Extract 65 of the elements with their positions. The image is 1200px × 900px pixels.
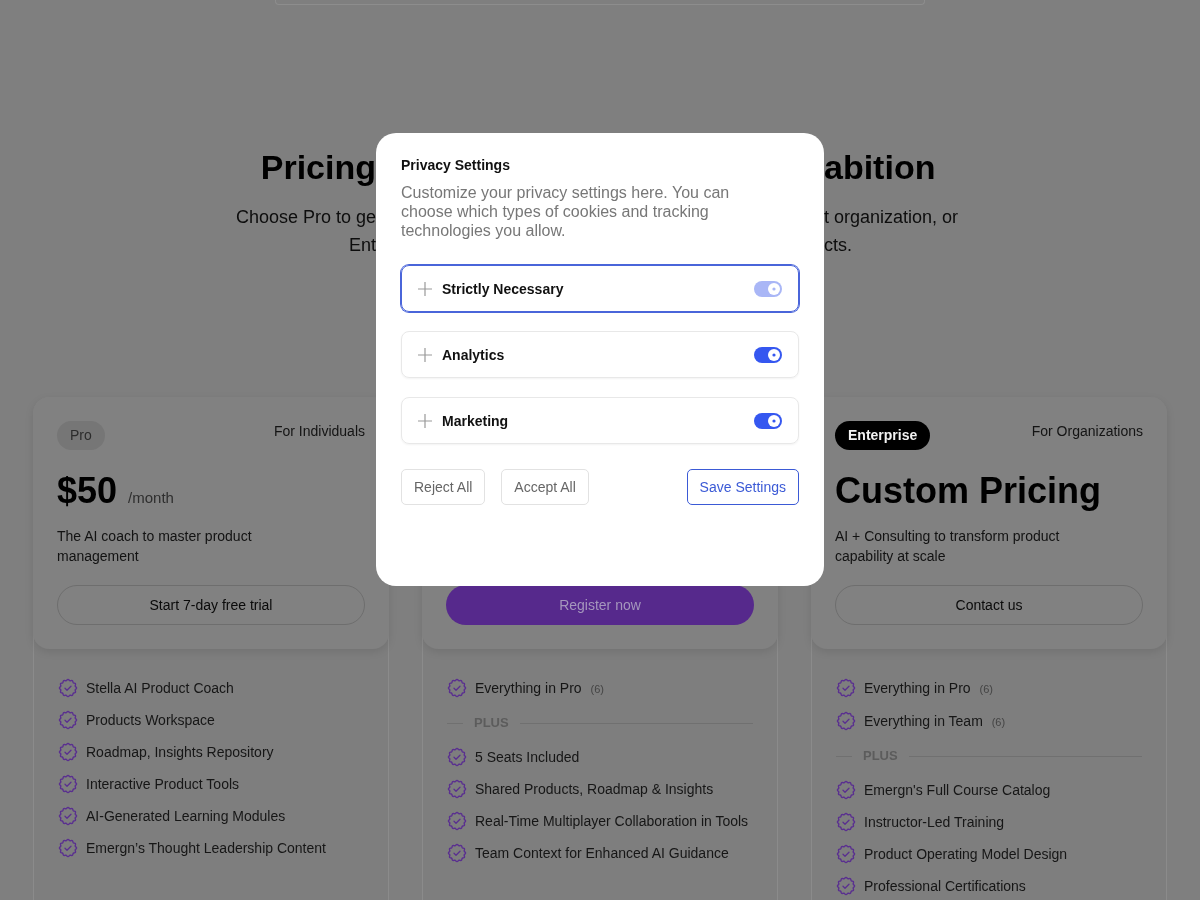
price-period: /month (128, 489, 174, 506)
plan-action-button[interactable]: Register now (446, 585, 754, 625)
check-badge-icon (58, 678, 78, 698)
check-badge-icon (58, 742, 78, 762)
page-subtitle: t organization, or (824, 206, 959, 229)
feature-text: Shared Products, Roadmap & Insights (475, 781, 714, 797)
toggle-switch[interactable] (754, 346, 782, 363)
dialog-action-button[interactable]: Save Settings (686, 469, 799, 505)
feature-count: (6) (991, 716, 1006, 728)
check-badge-icon (447, 811, 467, 831)
check-badge-icon (836, 678, 856, 698)
feature-text: Instructor-Led Training (864, 814, 1005, 830)
feature-text: Products Workspace (86, 712, 215, 728)
plan-tier-tag: Enterprise (835, 421, 931, 450)
feature-text: AI-Generated Learning Modules (86, 808, 286, 824)
check-badge-icon (447, 779, 467, 799)
plus-icon (418, 347, 432, 362)
audience-label: For Individuals (273, 423, 365, 440)
feature-text: Everything in Team (864, 713, 983, 729)
audience-label: For Organizations (1031, 423, 1143, 440)
feature-text: Roadmap, Insights Repository (86, 744, 274, 760)
plus-icon (418, 413, 432, 428)
plan-tier-tag: Pro (57, 421, 105, 450)
toggle-switch[interactable] (754, 412, 782, 429)
page-subtitle: cts. (824, 234, 852, 257)
feature-text: Interactive Product Tools (86, 776, 240, 792)
check-badge-icon (58, 710, 78, 730)
check-badge-icon (836, 812, 856, 832)
feature-text: Emergn's Full Course Catalog (864, 782, 1051, 798)
check-badge-icon (836, 711, 856, 731)
check-badge-icon (836, 780, 856, 800)
feature-count: (6) (590, 683, 604, 695)
feature-text: Team Context for Enhanced AI Guidance (475, 845, 729, 861)
check-badge-icon (58, 806, 78, 826)
category-expand-button[interactable]: Analytics (418, 346, 505, 363)
check-badge-icon (58, 774, 78, 794)
plan-price: $50 (57, 469, 118, 513)
feature-text: Real-Time Multiplayer Collaboration in Tools (475, 813, 749, 829)
page-subtitle: Ent (348, 234, 376, 257)
feature-text: Everything in Pro (475, 680, 582, 696)
plan-description: The AI coach to master product management (57, 527, 253, 566)
check-badge-icon (58, 838, 78, 858)
check-badge-icon (836, 876, 856, 896)
dialog-title: Privacy Settings (401, 156, 511, 175)
dialog-description: Customize your privacy settings here. You can choose which types of cookies and tracking technologies you allow. (401, 183, 731, 240)
check-badge-icon (836, 844, 856, 864)
page-heading: abition (824, 147, 936, 187)
check-badge-icon (447, 678, 467, 698)
feature-text: Professional Certifications (864, 878, 1026, 894)
feature-text: 5 Seats Included (475, 749, 580, 765)
page-heading: Pricing (260, 147, 376, 187)
feature-text: Everything in Pro (864, 680, 971, 696)
feature-text: Stella AI Product Coach (86, 680, 234, 696)
plan-description: AI + Consulting to transform product capability at scale (835, 527, 1061, 566)
category-expand-button[interactable]: Marketing (418, 412, 509, 429)
dialog-action-button[interactable]: Accept All (501, 469, 589, 505)
feature-text: Emergn’s Thought Leadership Content (86, 840, 326, 856)
plan-price: Custom Pricing (835, 469, 1102, 513)
check-badge-icon (447, 843, 467, 863)
feature-text: Product Operating Model Design (864, 846, 1068, 862)
feature-count: (6) (979, 683, 993, 695)
check-badge-icon (447, 747, 467, 767)
page-subtitle: Choose Pro to ge (235, 206, 376, 229)
dialog-action-button[interactable]: Reject All (401, 469, 486, 505)
plus-icon (418, 281, 432, 296)
